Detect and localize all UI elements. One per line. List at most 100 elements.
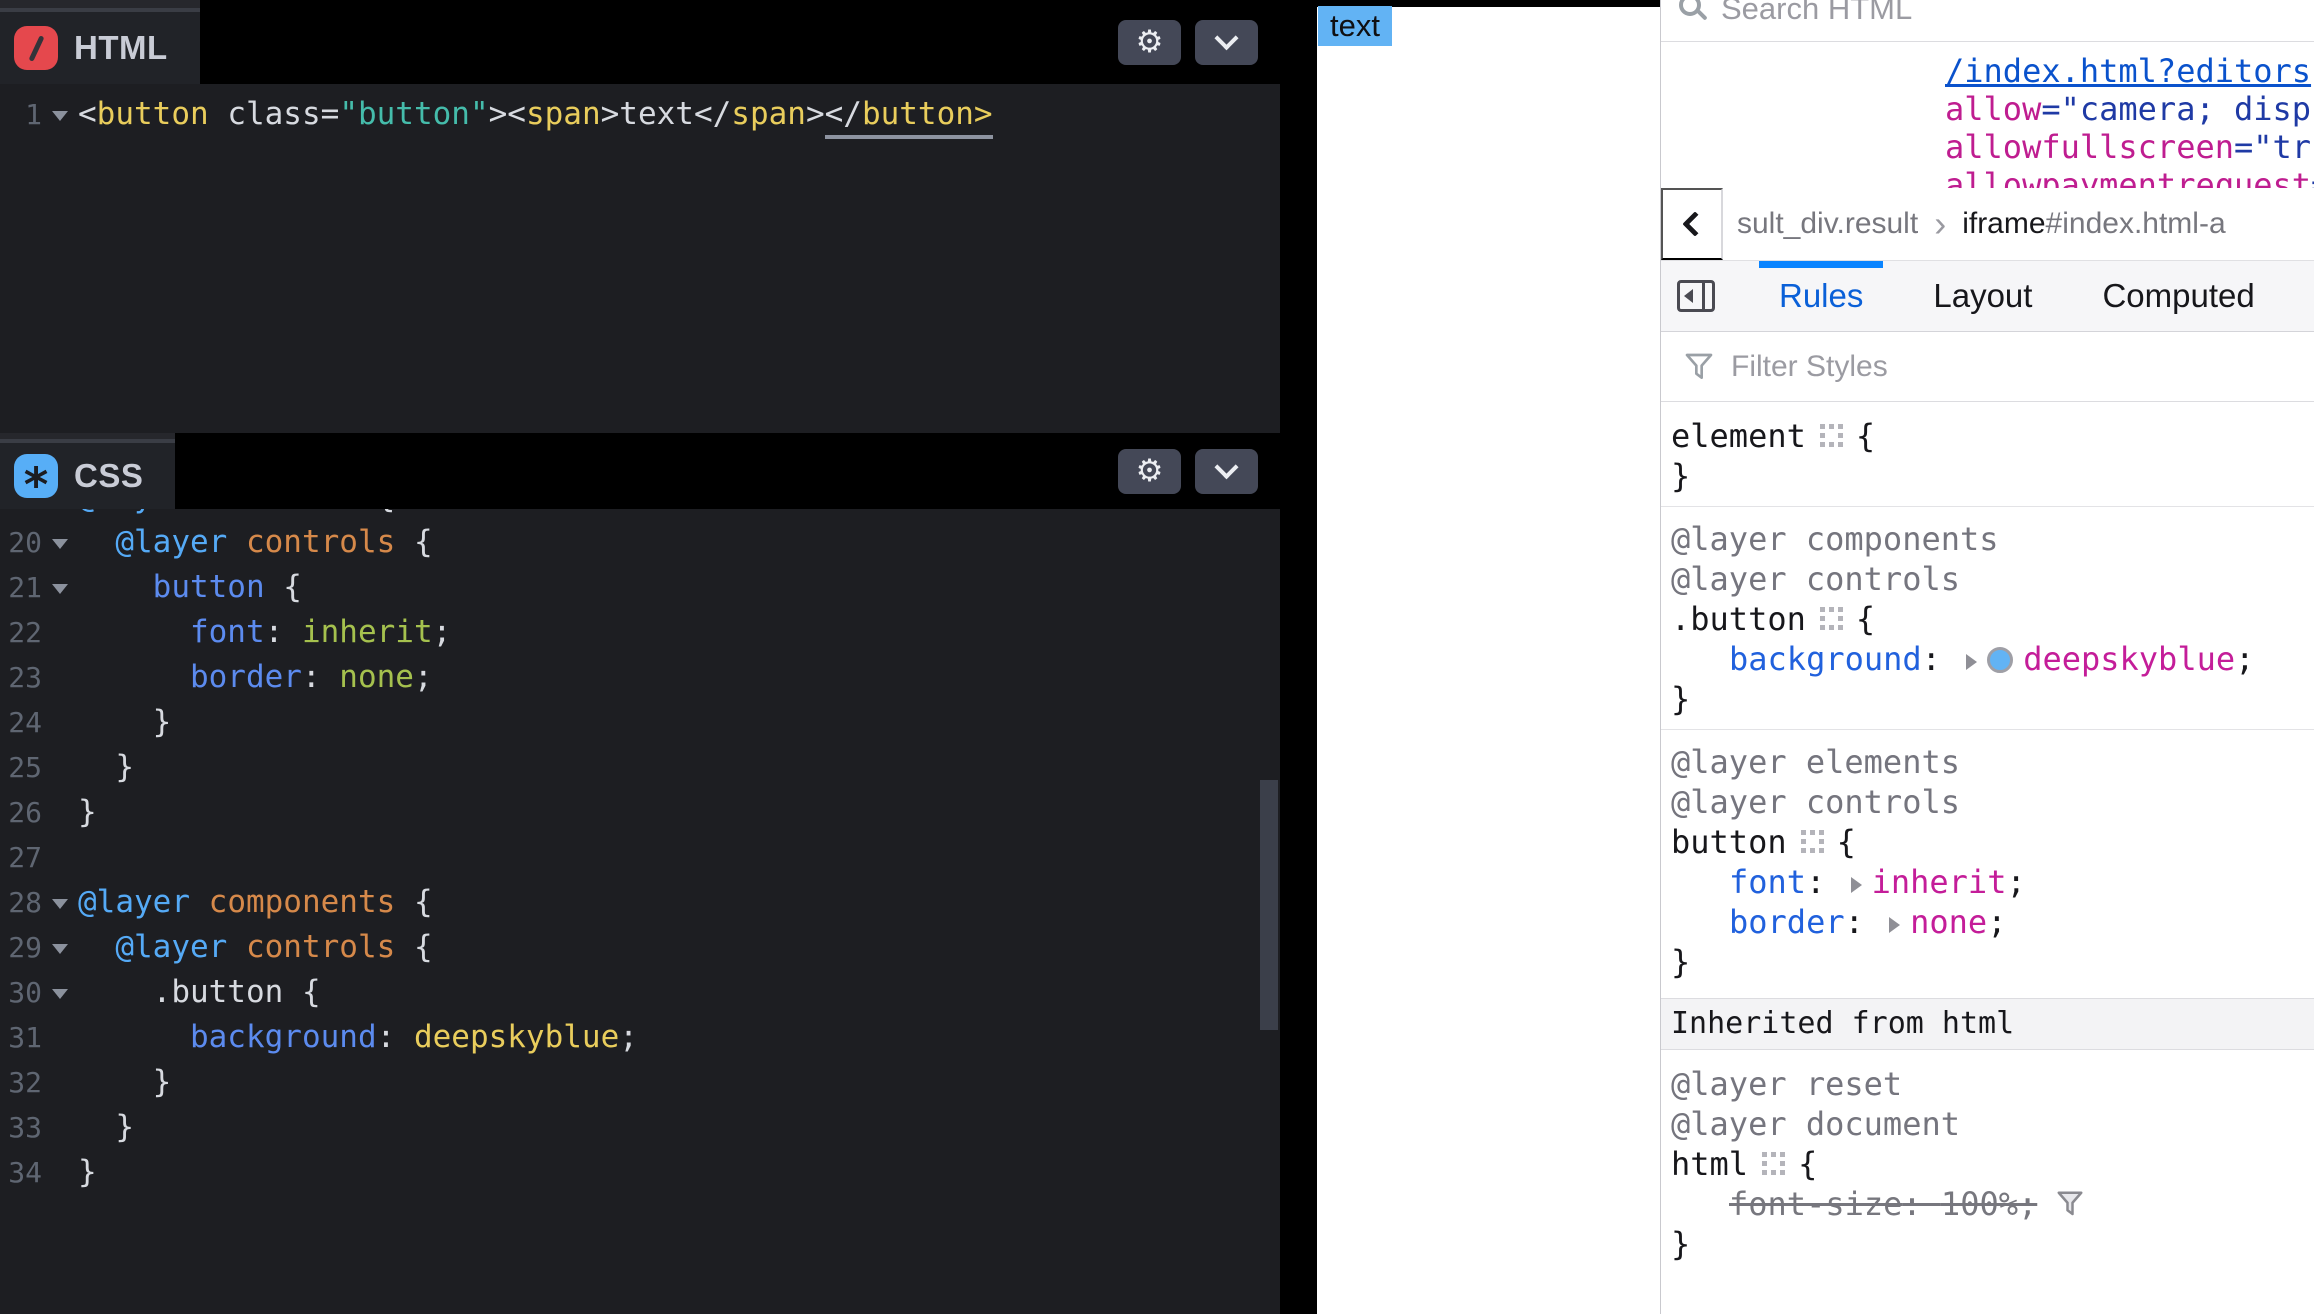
tab-rules[interactable]: Rules [1773,261,1869,331]
code-line: 1<button class="button"><span>text</span… [0,92,1280,137]
markup-view[interactable]: /index.html?editorsallow="camera; dispal… [1661,42,2314,188]
css-settings-button[interactable]: ⚙ [1118,449,1181,494]
fold-arrow-icon[interactable] [42,565,78,610]
code-token: background [190,1019,377,1055]
selector-highlighter-icon[interactable] [1801,830,1825,854]
html-collapse-button[interactable] [1195,20,1258,65]
property-value: inherit [1872,863,2007,901]
expand-shorthand-icon[interactable] [1889,917,1900,933]
markup-line[interactable]: allow="camera; disp [1661,90,2314,128]
property-name: font [1729,863,1806,901]
breadcrumb-item-result-div[interactable]: sult_div.result [1737,207,1918,241]
rule-layer-line: @layer reset [1671,1064,2314,1104]
markup-line[interactable]: allowpaymentrequest=" [1661,166,2314,188]
code-line: 33 } [0,1105,1280,1150]
fold-arrow-icon[interactable] [42,880,78,925]
rule-declaration[interactable]: background: deepskyblue; [1671,639,2314,679]
selector-highlighter-icon[interactable] [1762,1152,1786,1176]
code-token: @layer [115,524,246,560]
filter-icon[interactable] [2055,1189,2085,1219]
css-collapse-button[interactable] [1195,449,1258,494]
fold-arrow-icon[interactable] [42,970,78,1015]
search-icon [1679,0,1701,16]
html-settings-button[interactable]: ⚙ [1118,20,1181,65]
css-icon-asterisk: * [24,458,49,513]
markup-line[interactable]: /index.html?editors [1661,52,2314,90]
declaration-value-text: none; [1910,903,2006,941]
code-text: @layer controls { [78,925,1280,970]
overridden-declaration: font-size: [1729,1185,1941,1223]
rule-selector-line[interactable]: html{ [1671,1144,2314,1184]
search-html-input[interactable]: Search HTML [1721,0,1912,27]
rule-selector-line[interactable]: .button{ [1671,599,2314,639]
fold-arrow-icon[interactable] [42,92,78,137]
rule-layer-line: @layer elements [1671,742,2314,782]
rule-declaration[interactable]: font: inherit; [1671,862,2314,902]
code-token: span [731,96,806,132]
line-number: 27 [0,835,42,880]
code-token [78,524,115,560]
semicolon: ; [2018,1185,2037,1223]
rule-selector-line[interactable]: button{ [1671,822,2314,862]
semicolon: ; [1987,903,2006,941]
panel-divider[interactable] [1280,0,1317,1314]
preview-button[interactable]: text [1318,6,1392,46]
toggle-sidebar-icon[interactable] [1677,280,1715,312]
tab-css[interactable]: * CSS [0,439,175,509]
color-swatch[interactable] [1987,647,2013,673]
css-rule: @layer elements@layer controlsbutton{fon… [1661,730,2314,998]
breadcrumb-item-iframe[interactable]: iframe#index.html-a [1962,207,2225,241]
fold-arrow-icon[interactable] [42,925,78,970]
rule-layer-line: @layer controls [1671,782,2314,822]
editor-column: HTML ⚙ 1<button class="button"><span>tex… [0,0,1280,1314]
tab-computed[interactable]: Computed [2096,261,2260,331]
declaration-text: background: [1729,640,1960,678]
line-number: 1 [0,92,42,137]
rule-selector: button [1671,823,1787,861]
selector-highlighter-icon[interactable] [1820,424,1844,448]
code-token: button> [862,96,993,139]
code-token [78,1019,190,1055]
code-token: { [265,569,302,605]
filter-styles-row[interactable]: Filter Styles [1661,332,2314,402]
code-text [78,835,1280,880]
fold-arrow-icon[interactable] [42,520,78,565]
code-token: "button" [339,96,488,132]
selector-highlighter-icon[interactable] [1820,607,1844,631]
rule-layer-line: @layer components [1671,519,2314,559]
css-icon: * [14,454,58,498]
rule-layer-line: @layer document [1671,1104,2314,1144]
breadcrumb-back-button[interactable] [1661,188,1723,260]
markup-line[interactable]: allowfullscreen="tr [1661,128,2314,166]
css-editor-scrollbar[interactable] [1260,780,1278,1030]
tab-html[interactable]: HTML [0,8,200,84]
rules-blocks: element{}@layer components@layer control… [1661,402,2314,998]
rule-selector: element [1671,417,1806,455]
rule-declaration[interactable]: border: none; [1671,902,2314,942]
code-token: } [78,1154,97,1190]
html-code-area[interactable]: 1<button class="button"><span>text</span… [0,84,1280,137]
line-number: 20 [0,520,42,565]
code-line: 32 } [0,1060,1280,1105]
fold-gutter [42,700,78,745]
code-token: /index.html?editors [1945,52,2311,90]
tab-layout[interactable]: Layout [1927,261,2038,331]
fold-gutter [42,1150,78,1195]
rule-declaration[interactable]: font-size: 100%; [1671,1184,2314,1224]
line-number: 25 [0,745,42,790]
inherited-from-html-header: Inherited from html [1661,998,2314,1050]
code-token: font [190,614,265,650]
filter-styles-input[interactable]: Filter Styles [1731,350,1888,384]
html-tab-label: HTML [74,29,168,67]
semicolon: ; [2235,640,2254,678]
expand-shorthand-icon[interactable] [1966,654,1977,670]
fold-gutter [42,610,78,655]
expand-shorthand-icon[interactable] [1851,877,1862,893]
code-token: allowpaymentrequest [1945,166,2311,188]
css-code-area[interactable]: 19@layer elements {20 @layer controls {2… [0,475,1280,1195]
app-screen: HTML ⚙ 1<button class="button"><span>tex… [0,0,2314,1314]
code-token: ; [414,659,433,695]
rule-selector-line[interactable]: element{ [1671,416,2314,456]
devtools-search-row[interactable]: Search HTML [1661,0,2314,42]
colon: : [1806,863,1845,901]
